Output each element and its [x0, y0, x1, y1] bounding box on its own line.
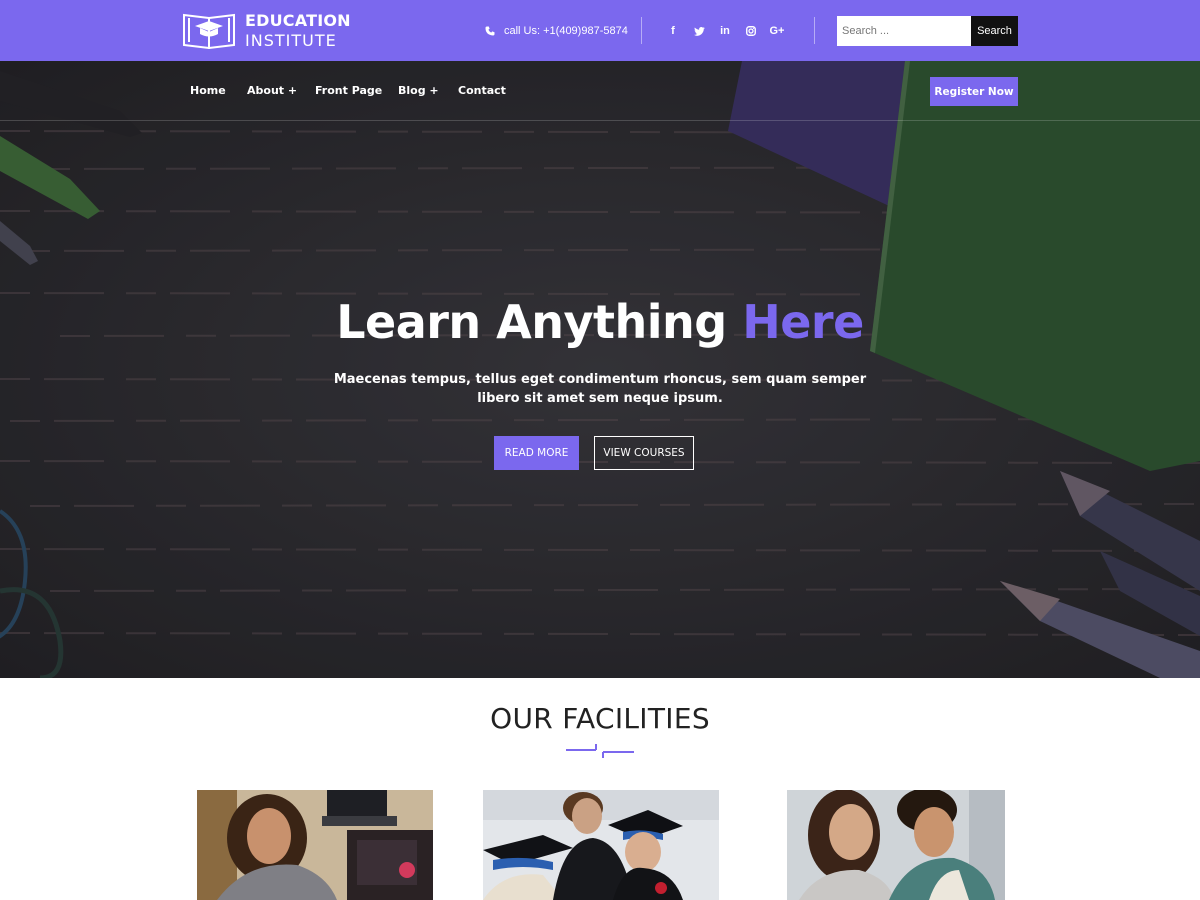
hero-banner: Home About + Front Page Blog + Contact R…: [0, 61, 1200, 678]
facilities-heading: OUR FACILITIES: [490, 702, 710, 735]
book-graduation-logo-icon: [183, 13, 235, 49]
hero-title-main: Learn Anything: [336, 295, 727, 349]
phone-icon: [485, 26, 495, 36]
facility-card-2[interactable]: [483, 790, 719, 900]
search-button[interactable]: Search: [971, 16, 1018, 46]
divider: [641, 17, 642, 44]
hero-title-accent: Here: [742, 295, 864, 349]
facebook-icon[interactable]: f: [664, 22, 682, 40]
register-now-button[interactable]: Register Now: [930, 77, 1018, 106]
social-links: f in G+: [664, 22, 794, 40]
facility-card-1[interactable]: [197, 790, 433, 900]
linkedin-icon[interactable]: in: [716, 22, 734, 40]
logo-subtitle: INSTITUTE: [245, 31, 337, 50]
nav-item-front-page[interactable]: Front Page: [315, 84, 382, 97]
facility-card-3[interactable]: [769, 790, 1005, 900]
twitter-icon[interactable]: [690, 22, 708, 40]
heading-divider: [566, 744, 634, 758]
graduation-photo: [483, 790, 719, 900]
divider: [814, 17, 815, 44]
google-plus-icon[interactable]: G+: [768, 22, 786, 40]
contact-phone[interactable]: call Us: +1(409)987-5874: [485, 22, 628, 40]
top-bar: EDUCATION INSTITUTE call Us: +1(409)987-…: [0, 0, 1200, 61]
nav-item-contact[interactable]: Contact: [458, 84, 506, 97]
search-input[interactable]: [837, 16, 971, 46]
students-studying-photo: [769, 790, 1005, 900]
search-form: Search: [837, 16, 1018, 46]
nav-item-blog[interactable]: Blog +: [398, 84, 439, 97]
nav-item-home[interactable]: Home: [190, 84, 226, 97]
instagram-icon[interactable]: [742, 22, 760, 40]
phone-text: call Us: +1(409)987-5874: [504, 25, 628, 37]
woman-at-desk-photo: [197, 790, 433, 900]
read-more-button[interactable]: READ MORE: [494, 436, 579, 470]
hero-title: Learn Anything Here: [0, 295, 1200, 349]
logo-title: EDUCATION: [245, 11, 351, 30]
site-logo[interactable]: EDUCATION INSTITUTE: [182, 11, 352, 51]
nav-item-about[interactable]: About +: [247, 84, 297, 97]
hero-subtitle: Maecenas tempus, tellus eget condimentum…: [333, 372, 867, 406]
view-courses-button[interactable]: VIEW COURSES: [594, 436, 694, 470]
main-navigation: Home About + Front Page Blog + Contact R…: [0, 61, 1200, 121]
